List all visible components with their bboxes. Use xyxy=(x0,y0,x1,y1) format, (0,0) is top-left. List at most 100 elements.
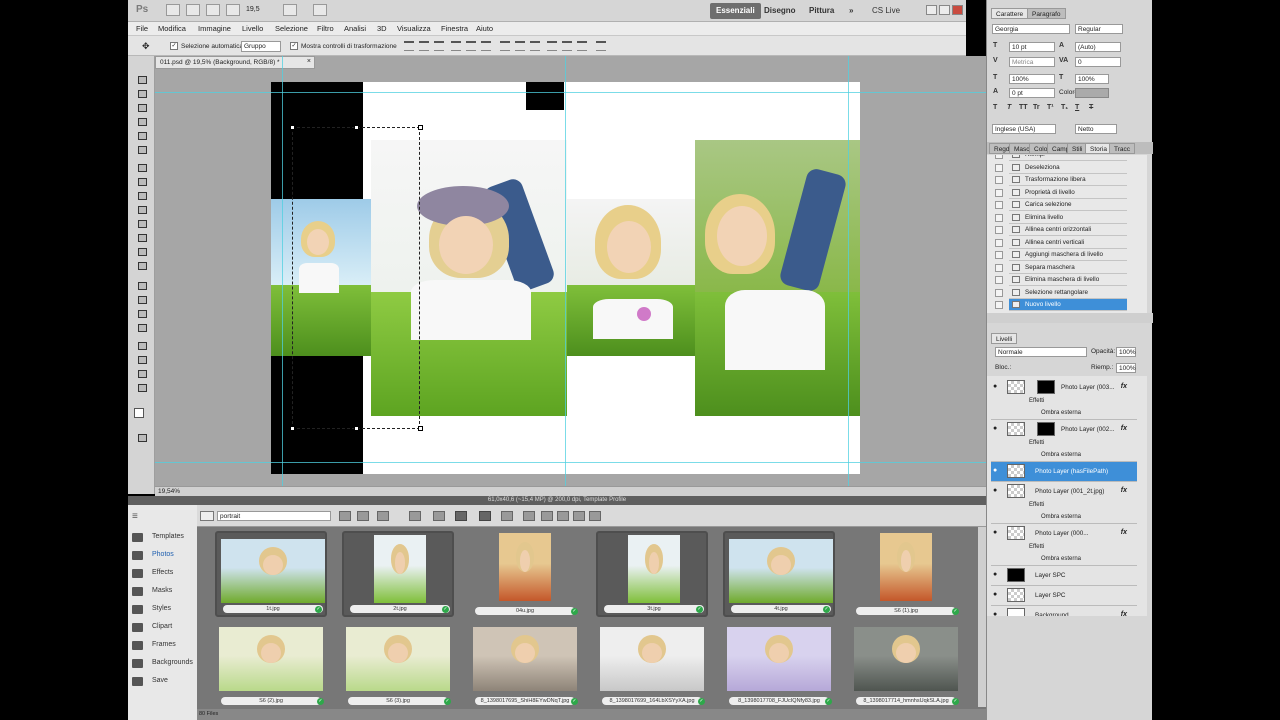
zoom-combo[interactable]: 19,5 xyxy=(246,6,260,13)
tab-paragraph[interactable]: Paragrafo xyxy=(1027,8,1066,19)
history-item[interactable]: Elimina livello xyxy=(1009,212,1127,224)
photo-layer-tall[interactable] xyxy=(695,140,860,416)
hand-tool-icon[interactable] xyxy=(136,368,147,378)
sidebar-item-masks[interactable]: Masks xyxy=(132,585,196,599)
history-brush-source-checkbox[interactable] xyxy=(995,176,1003,184)
leading-field[interactable]: (Auto) xyxy=(1075,42,1121,52)
distribute-left-icon[interactable] xyxy=(547,41,557,51)
visibility-eye-icon[interactable]: ● xyxy=(993,383,997,390)
thumbnail-item[interactable]: 2t.jpg ✓ xyxy=(342,531,454,617)
gradient-tool-icon[interactable] xyxy=(136,232,147,242)
layer-row[interactable]: ● Photo Layer (002... fx Effetti Ombra ester… xyxy=(991,420,1137,462)
thumbnail-item[interactable]: S6 (2).jpg ✓ xyxy=(215,621,327,707)
sidebar-item-frames[interactable]: Frames xyxy=(132,639,196,653)
menu-window[interactable]: Finestra xyxy=(441,24,468,33)
history-item[interactable]: Allinea centri orizzontali xyxy=(1009,224,1127,236)
thumbnail-item[interactable]: 8_1398017699_164LbXSYyXA.jpg ✓ xyxy=(596,621,708,707)
back-icon[interactable] xyxy=(377,511,389,521)
visibility-eye-icon[interactable]: ● xyxy=(993,487,997,494)
triangle-icon[interactable] xyxy=(573,511,585,521)
menu-view[interactable]: Visualizza xyxy=(397,24,431,33)
style-allcaps-icon[interactable]: TT xyxy=(1019,104,1028,111)
move-tool-preset-icon[interactable]: ✥ xyxy=(142,41,150,52)
thumbnail-item[interactable]: 4t.jpg ✓ xyxy=(723,531,835,617)
thumbnail-item[interactable]: 8_1398017708_FJUcIQNfy83.jpg ✓ xyxy=(723,621,835,707)
workspace-essentials[interactable]: Essenziali xyxy=(710,3,761,19)
healing-brush-tool-icon[interactable] xyxy=(136,162,147,172)
transform-handle[interactable] xyxy=(290,125,295,130)
layer-mask-thumbnail[interactable] xyxy=(1037,422,1055,436)
close-icon[interactable] xyxy=(952,5,963,15)
transform-handle[interactable] xyxy=(354,426,359,431)
move-tool-icon[interactable] xyxy=(136,74,147,84)
history-item[interactable]: Allinea centri verticali xyxy=(1009,237,1127,249)
transform-handle[interactable] xyxy=(354,125,359,130)
3d-orbit-tool-icon[interactable] xyxy=(136,354,147,364)
sidebar-item-styles[interactable]: Styles xyxy=(132,603,196,617)
menu-select[interactable]: Selezione xyxy=(275,24,308,33)
visibility-eye-icon[interactable]: ● xyxy=(993,591,997,598)
workspace-design[interactable]: Disegno xyxy=(758,3,802,19)
align-vcenter-icon[interactable] xyxy=(419,41,429,51)
align-right-icon[interactable] xyxy=(481,41,491,51)
antialias-select[interactable]: Netto xyxy=(1075,124,1117,134)
history-brush-source-checkbox[interactable] xyxy=(995,201,1003,209)
fx-icon[interactable]: fx xyxy=(1121,487,1127,494)
auto-align-icon[interactable] xyxy=(596,41,606,51)
sidebar-item-photos[interactable]: Photos xyxy=(132,549,196,563)
quick-select-tool-icon[interactable] xyxy=(136,116,147,126)
blur-tool-icon[interactable] xyxy=(136,246,147,256)
history-brush-tool-icon[interactable] xyxy=(136,204,147,214)
history-item[interactable]: Nuovo livello xyxy=(1009,299,1127,311)
view-extras-icon[interactable] xyxy=(206,4,220,16)
crop-tool-icon[interactable] xyxy=(136,130,147,140)
browser-scrollbar[interactable] xyxy=(978,527,986,707)
category-select[interactable]: portrait xyxy=(217,511,331,521)
history-brush-source-checkbox[interactable] xyxy=(995,155,1003,159)
layer-row[interactable]: ● Photo Layer (001_2t.jpg) fx Effetti Ombra … xyxy=(991,482,1137,524)
photo-icon[interactable] xyxy=(501,511,513,521)
3d-rotate-tool-icon[interactable] xyxy=(136,340,147,350)
kerning-field[interactable]: Metrica xyxy=(1009,57,1055,67)
history-brush-source-checkbox[interactable] xyxy=(995,276,1003,284)
layer-row[interactable]: ● Layer SPC xyxy=(991,586,1137,606)
mini-bridge-icon[interactable] xyxy=(186,4,200,16)
menu-edit[interactable]: Modifica xyxy=(158,24,186,33)
layer-row[interactable]: ● Photo Layer (000... fx Effetti Ombra ester… xyxy=(991,524,1137,566)
tracking-field[interactable]: 0 xyxy=(1075,57,1121,67)
layer-row[interactable]: ● Photo Layer (hasFilePath) xyxy=(991,462,1137,482)
history-item[interactable]: Carica selezione xyxy=(1009,199,1127,211)
arrange-documents-icon[interactable] xyxy=(283,4,297,16)
align-hcenter-icon[interactable] xyxy=(466,41,476,51)
menu-help[interactable]: Aiuto xyxy=(476,24,493,33)
style-bold-icon[interactable]: T xyxy=(993,104,997,111)
opacity-field[interactable]: 100% xyxy=(1116,347,1136,357)
menu-analysis[interactable]: Analisi xyxy=(344,24,366,33)
style-superscript-icon[interactable]: T¹ xyxy=(1047,104,1054,111)
history-brush-source-checkbox[interactable] xyxy=(995,226,1003,234)
align-bottom-icon[interactable] xyxy=(434,41,444,51)
visibility-eye-icon[interactable]: ● xyxy=(993,611,997,616)
thumbnail-item[interactable]: 8_1398017714_hmnhsUqkSLA.jpg ✓ xyxy=(850,621,962,707)
tab-character[interactable]: Carattere xyxy=(991,8,1029,19)
fx-icon[interactable]: fx xyxy=(1121,383,1127,390)
path-selection-tool-icon[interactable] xyxy=(136,308,147,318)
thumbnail-item[interactable]: 3t.jpg ✓ xyxy=(596,531,708,617)
history-brush-source-checkbox[interactable] xyxy=(995,288,1003,297)
horizontal-scale-field[interactable]: 100% xyxy=(1075,74,1109,84)
zoom-readout[interactable]: 19,54% xyxy=(158,488,180,495)
tab-layers[interactable]: Livelli xyxy=(991,333,1018,344)
thumbnail-item[interactable]: 8_1398017695_ShiH8EYwDNqT.jpg ✓ xyxy=(469,621,581,707)
flag-icon[interactable] xyxy=(589,511,601,521)
launch-bridge-icon[interactable] xyxy=(166,4,180,16)
style-strikethrough-icon[interactable]: T xyxy=(1089,104,1093,111)
menu-icon[interactable]: ≡ xyxy=(132,511,138,522)
font-style-select[interactable]: Regular xyxy=(1075,24,1123,34)
baseline-field[interactable]: 0 pt xyxy=(1009,88,1055,98)
history-item[interactable]: Elimina maschera di livello xyxy=(1009,274,1127,286)
dodge-tool-icon[interactable] xyxy=(136,260,147,270)
history-brush-source-checkbox[interactable] xyxy=(995,188,1003,197)
style-underline-icon[interactable]: T xyxy=(1075,104,1079,111)
layer-mask-thumbnail[interactable] xyxy=(1037,380,1055,394)
maximize-icon[interactable] xyxy=(939,5,950,15)
